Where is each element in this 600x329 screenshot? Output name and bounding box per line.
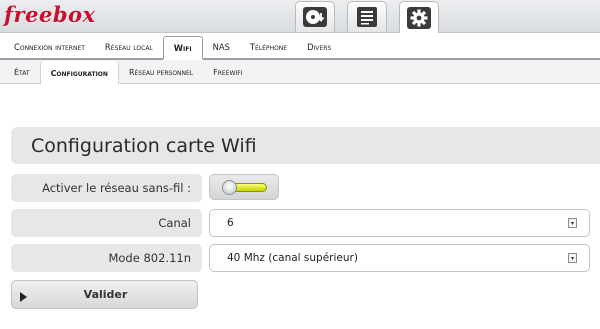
subtab-configuration[interactable]: Configuration [39,60,119,84]
validate-button-label: Valider [83,288,128,301]
validate-button[interactable]: Valider [11,280,198,309]
subtab-freewifi[interactable]: Freewifi [203,60,252,84]
wifi-enable-toggle[interactable] [209,174,279,200]
tab-telephone[interactable]: Téléphone [240,36,297,58]
page-title: Configuration carte Wifi [31,135,257,157]
subtab-reseau-personnel[interactable]: Réseau personnel [119,60,203,84]
tab-connexion-internet[interactable]: Connexion internet [4,36,95,58]
tab-wifi[interactable]: Wifi [162,36,203,60]
dropdown-arrow-icon: ▾ [568,218,577,228]
downloads-nav-button[interactable] [295,1,335,32]
wifi-enable-label: Activer le réseau sans-fil : [11,174,202,202]
subtab-etat[interactable]: État [4,60,40,84]
mode-select[interactable]: 40 Mhz (canal supérieur) ▾ [209,244,590,272]
tab-reseau-local[interactable]: Réseau local [95,36,163,58]
tab-nas[interactable]: NAS [203,36,240,58]
top-nav [295,1,439,34]
settings-nav-button[interactable] [399,1,439,34]
top-header: freebox [0,0,600,34]
document-list-icon [354,6,380,28]
channel-select[interactable]: 6 ▾ [209,209,590,237]
sub-tabs: État Configuration Réseau personnel Free… [0,60,600,84]
mode-label: Mode 802.11n [11,244,202,272]
channel-label: Canal [11,209,202,237]
gear-icon [406,6,432,30]
files-nav-button[interactable] [347,1,387,32]
toggle-knob [222,180,237,195]
main-tabs: Connexion internet Réseau local Wifi NAS… [0,33,600,60]
dropdown-arrow-icon: ▾ [568,253,577,263]
tab-divers[interactable]: Divers [297,36,341,58]
panel-header: Configuration carte Wifi [11,127,600,164]
channel-value: 6 [227,217,234,229]
mode-value: 40 Mhz (canal supérieur) [227,252,358,264]
freebox-logo: freebox [4,2,96,27]
disk-download-icon [302,6,328,28]
